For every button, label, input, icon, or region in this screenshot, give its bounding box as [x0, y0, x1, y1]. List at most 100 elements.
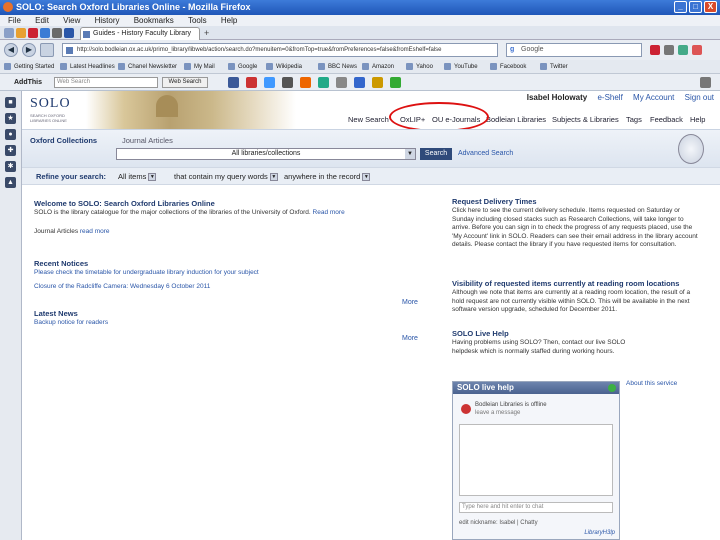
menu-history[interactable]: History [95, 16, 120, 25]
notice-link[interactable]: Closure of the Radcliffe Camera: Wednesd… [34, 283, 210, 292]
web-search-button[interactable]: Web Search [162, 77, 208, 88]
bookmark-item[interactable]: My Mail [184, 60, 215, 73]
rss-icon[interactable] [16, 28, 26, 38]
twitter-icon[interactable] [264, 77, 275, 88]
bookmark-item[interactable]: Chanel Newsletter [118, 60, 177, 73]
navigation-bar: ◀ ▶ http://solo.bodleian.ox.ac.uk/primo_… [0, 40, 720, 60]
tab-icon-3[interactable] [64, 28, 74, 38]
solo-logo[interactable]: SOLO [30, 96, 71, 112]
nav-tags[interactable]: Tags [626, 115, 642, 124]
tab-oxford-collections[interactable]: Oxford Collections [30, 136, 97, 145]
nav-subjects[interactable]: Subjects & Libraries [552, 115, 619, 124]
nav-feedback[interactable]: Feedback [650, 115, 683, 124]
bookmark-item[interactable]: Yahoo [406, 60, 433, 73]
bookmark-icon[interactable] [354, 77, 365, 88]
print-icon[interactable] [318, 77, 329, 88]
tools-icon[interactable] [692, 45, 702, 55]
bookmark-item[interactable]: Getting Started [4, 60, 54, 73]
bookmark-item[interactable]: Wikipedia [266, 60, 302, 73]
menu-tools[interactable]: Tools [188, 16, 207, 25]
window-title: SOLO: Search Oxford Libraries Online - M… [16, 2, 251, 12]
menu-icon[interactable] [700, 77, 711, 88]
nav-new-search[interactable]: New Search [348, 115, 389, 124]
refine-field-value: that contain my query words [174, 172, 268, 181]
sidebar-icon-3[interactable]: ● [5, 129, 16, 140]
scope-select[interactable]: All libraries/collections ▼ [116, 148, 416, 160]
sidebar-icon-6[interactable]: ▲ [5, 177, 16, 188]
notices-more-link[interactable]: More [402, 299, 418, 306]
addon-label[interactable]: AddThis [14, 77, 42, 88]
nav-bodleian[interactable]: Bodleian Libraries [486, 115, 546, 124]
gear-icon[interactable] [336, 77, 347, 88]
refine-field-select[interactable]: that contain my query words ▼ [174, 172, 278, 182]
chevron-down-icon[interactable]: ▼ [362, 173, 371, 182]
advanced-search-link[interactable]: Advanced Search [458, 150, 513, 157]
status-icon [608, 384, 616, 392]
bookmark-item[interactable]: Amazon [362, 60, 394, 73]
forward-button[interactable]: ▶ [22, 43, 36, 57]
my-account-link[interactable]: My Account [633, 93, 674, 102]
back-button[interactable]: ◀ [4, 43, 18, 57]
news-link[interactable]: Backup notice for readers [34, 319, 108, 328]
rss-icon[interactable] [300, 77, 311, 88]
side-panel: ■ ★ ● ✚ ✱ ▲ [0, 91, 22, 540]
bookmark-tab-icon[interactable] [28, 28, 38, 38]
menu-bookmarks[interactable]: Bookmarks [134, 16, 174, 25]
gear-icon[interactable]: ✱ [5, 161, 16, 172]
menu-file[interactable]: File [8, 16, 21, 25]
refine-type-select[interactable]: All items ▼ [118, 172, 157, 182]
bookmark-item[interactable]: YouTube [444, 60, 478, 73]
facebook-icon[interactable] [228, 77, 239, 88]
menu-view[interactable]: View [63, 16, 80, 25]
close-button[interactable]: X [704, 1, 717, 13]
news-more-link[interactable]: More [402, 335, 418, 342]
visibility-title: Visibility of requested items currently … [452, 279, 680, 288]
app-tab-icon[interactable] [4, 28, 14, 38]
url-bar[interactable]: http://solo.bodleian.ox.ac.uk/primo_libr… [62, 43, 498, 57]
sign-out-link[interactable]: Sign out [685, 93, 714, 102]
bookmark-item[interactable]: Facebook [490, 60, 526, 73]
star-icon[interactable] [372, 77, 383, 88]
addon-search-input[interactable]: Web Search [54, 77, 158, 88]
notice-link[interactable]: Please check the timetable for undergrad… [34, 269, 259, 278]
journal-read-more-link[interactable]: read more [80, 228, 110, 235]
tab-icon[interactable] [40, 28, 50, 38]
email-icon[interactable] [282, 77, 293, 88]
plus-icon[interactable] [390, 77, 401, 88]
libraryh3lp-logo[interactable]: LibraryH3lp [584, 530, 615, 536]
journal-label: Journal Articles [34, 228, 79, 235]
sidebar-icon-2[interactable]: ★ [5, 113, 16, 124]
sidebar-icon-4[interactable]: ✚ [5, 145, 16, 156]
read-more-link[interactable]: Read more [313, 209, 345, 216]
sidebar-icon-1[interactable]: ■ [5, 97, 16, 108]
extension-icon[interactable] [678, 45, 688, 55]
tab-journal-articles[interactable]: Journal Articles [122, 136, 173, 145]
new-tab-button[interactable]: + [204, 28, 214, 38]
download-icon[interactable] [664, 45, 674, 55]
tab-icon-2[interactable] [52, 28, 62, 38]
addon-icon[interactable] [650, 45, 660, 55]
chevron-down-icon[interactable]: ▼ [148, 173, 157, 182]
bookmark-item[interactable]: BBC News [318, 60, 357, 73]
leave-message-link[interactable]: leave a message [475, 410, 520, 416]
bookmark-item[interactable]: Latest Headlines [60, 60, 115, 73]
share-icon[interactable] [246, 77, 257, 88]
maximize-button[interactable]: □ [689, 1, 702, 13]
search-input[interactable]: Google [506, 43, 642, 57]
nickname-line[interactable]: edit nickname: Isabel | Chatty [459, 520, 538, 526]
bookmark-item[interactable]: Twitter [540, 60, 568, 73]
menu-edit[interactable]: Edit [35, 16, 49, 25]
refine-where-select[interactable]: anywhere in the record ▼ [284, 172, 371, 182]
minimize-button[interactable]: _ [674, 1, 687, 13]
chevron-down-icon[interactable]: ▼ [405, 149, 415, 159]
tab-guides[interactable]: Guides - History Faculty Library [80, 27, 200, 40]
search-button[interactable]: Search [420, 148, 452, 160]
bookmark-item[interactable]: Google [228, 60, 257, 73]
chevron-down-icon[interactable]: ▼ [269, 173, 278, 182]
menu-help[interactable]: Help [221, 16, 237, 25]
home-icon[interactable] [40, 43, 54, 57]
nav-help[interactable]: Help [690, 115, 705, 124]
about-service-link[interactable]: About this service [626, 380, 677, 387]
eshelf-link[interactable]: e-Shelf [597, 93, 622, 102]
chat-input[interactable]: Type here and hit enter to chat [459, 502, 613, 513]
